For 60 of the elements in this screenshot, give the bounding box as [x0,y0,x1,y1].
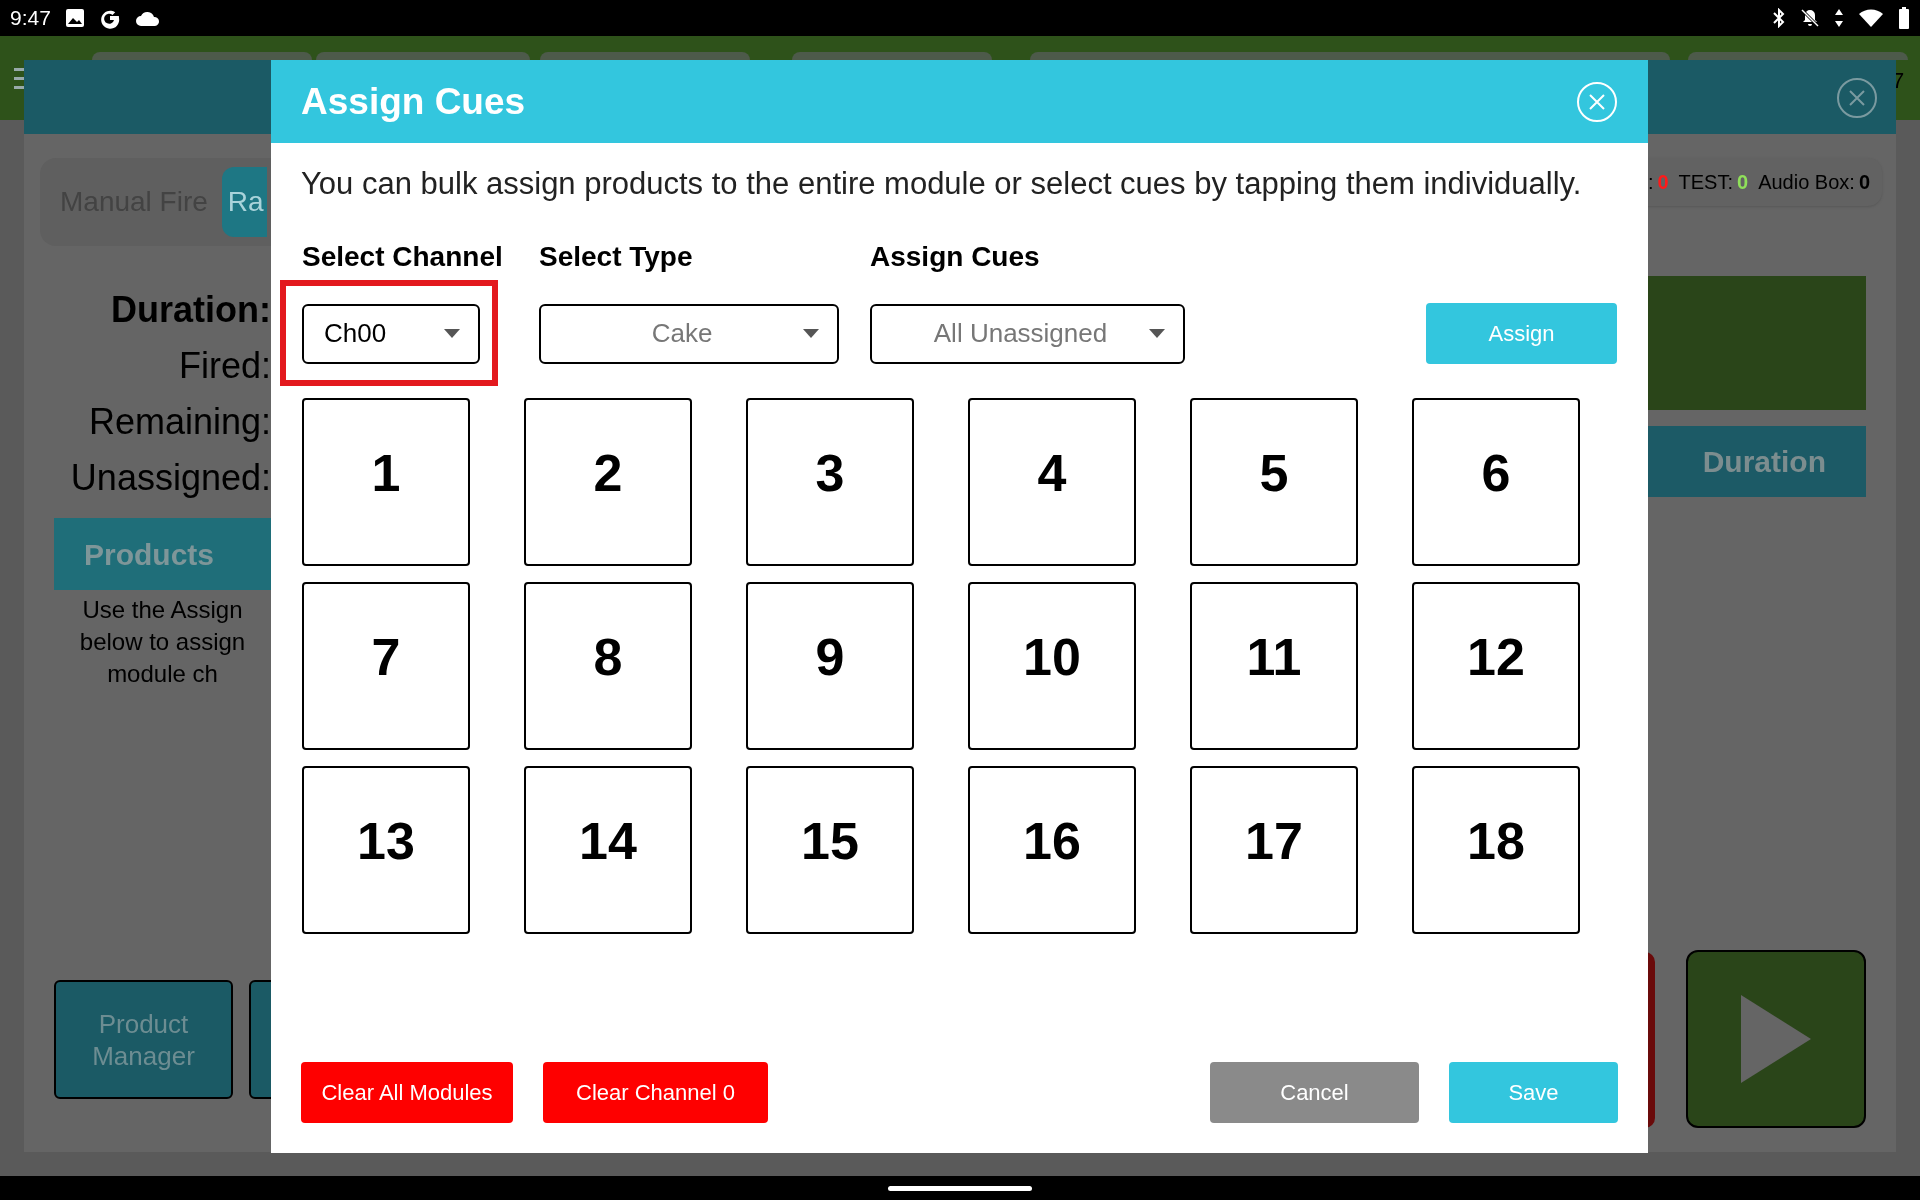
clear-button[interactable]: Clear Channel 0 [543,1062,768,1123]
hint-text: below to assign [79,627,246,657]
bluetooth-icon [1772,8,1786,28]
selector-label: Select Type [539,239,693,274]
cue-tile[interactable]: 14 [524,765,692,934]
cue-tile[interactable]: 4 [968,397,1136,566]
cue-tile[interactable]: 5 [1190,397,1358,566]
app-tab[interactable] [792,52,992,60]
cue-tile[interactable]: 12 [1412,581,1580,750]
battery-icon [1898,7,1910,29]
products-header: Products [54,518,271,590]
app-tab[interactable] [92,52,312,60]
caret-icon [803,329,819,338]
cue-tile[interactable]: 11 [1190,581,1358,750]
count-value: 0 [1737,170,1749,195]
stat-label: Remaining: [88,402,271,442]
count-value: 0 [1858,170,1870,195]
caret-icon [444,329,460,338]
home-handle[interactable] [888,1185,1032,1191]
data-arrows-icon [1834,8,1844,28]
cue-tile[interactable]: 7 [302,581,470,750]
dropdown[interactable]: Ch00 [302,303,480,364]
stat-label: Unassigned: [70,458,271,498]
hint-text: Use the Assign [82,595,243,625]
cue-tile[interactable]: 13 [302,765,470,934]
close-icon[interactable] [1836,77,1878,119]
dialog-title: Assign Cues [301,79,526,124]
image-icon [64,8,85,28]
app-tab[interactable] [1688,52,1908,60]
cue-tile[interactable]: 17 [1190,765,1358,934]
cue-tile[interactable]: 16 [968,765,1136,934]
cue-tile[interactable]: 3 [746,397,914,566]
hint-text: module ch [107,659,218,689]
cue-tile[interactable]: 15 [746,765,914,934]
count-label: TEST: [1678,170,1733,195]
stat-label: Fired: [178,346,271,386]
cue-tile[interactable]: 18 [1412,765,1580,934]
stat-label: Duration: [111,290,271,330]
clock: 9:47 [10,5,51,32]
muted-bell-icon [1800,8,1820,28]
selector-label: Select Channel [302,239,503,274]
play-button[interactable] [1686,950,1866,1128]
cloud-icon [134,9,161,27]
wifi-icon [1858,8,1884,28]
cue-tile[interactable]: 6 [1412,397,1580,566]
cue-tile[interactable]: 1 [302,397,470,566]
play-icon [1741,995,1811,1083]
cue-tile[interactable]: 10 [968,581,1136,750]
description: You can bulk assign products to the entire module or select cues by tapping them individually. [301,165,1583,203]
count-value: 0 [1657,170,1669,195]
count-label: : [1647,170,1654,195]
count-label: Audio Box: [1758,170,1855,195]
selector-label: Assign Cues [870,239,1040,274]
app-tab[interactable] [316,52,530,60]
cue-tile[interactable]: 9 [746,581,914,750]
app-tab[interactable] [540,52,750,60]
clear-button[interactable]: Clear All Modules [301,1062,513,1123]
cue-tile[interactable]: 2 [524,397,692,566]
caret-icon [1149,329,1165,338]
cue-tile[interactable]: 8 [524,581,692,750]
